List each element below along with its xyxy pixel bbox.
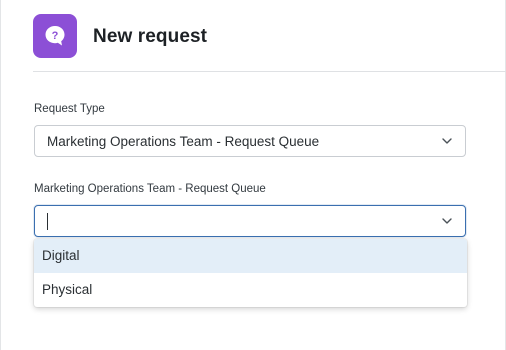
request-type-selected-value: Marketing Operations Team - Request Queu… [47, 134, 320, 149]
question-bubble-icon: ? [33, 14, 77, 58]
queue-type-dropdown-menu: Digital Physical [34, 239, 467, 307]
chevron-down-icon [442, 218, 452, 224]
request-type-label: Request Type [34, 103, 105, 115]
dropdown-option-digital[interactable]: Digital [34, 239, 467, 273]
queue-field-label: Marketing Operations Team - Request Queu… [34, 183, 266, 195]
new-request-panel: ? New request Request Type Marketing Ope… [0, 0, 506, 350]
chevron-down-icon [442, 138, 452, 144]
question-mark-glyph: ? [52, 30, 59, 42]
queue-type-combobox[interactable] [34, 205, 466, 237]
dropdown-option-physical[interactable]: Physical [34, 273, 467, 307]
header-divider [33, 71, 506, 72]
speech-bubble-icon: ? [45, 26, 65, 46]
panel-header: ? New request [0, 0, 506, 72]
request-type-select[interactable]: Marketing Operations Team - Request Queu… [34, 125, 466, 157]
text-cursor [47, 213, 48, 230]
page-title: New request [93, 26, 208, 47]
